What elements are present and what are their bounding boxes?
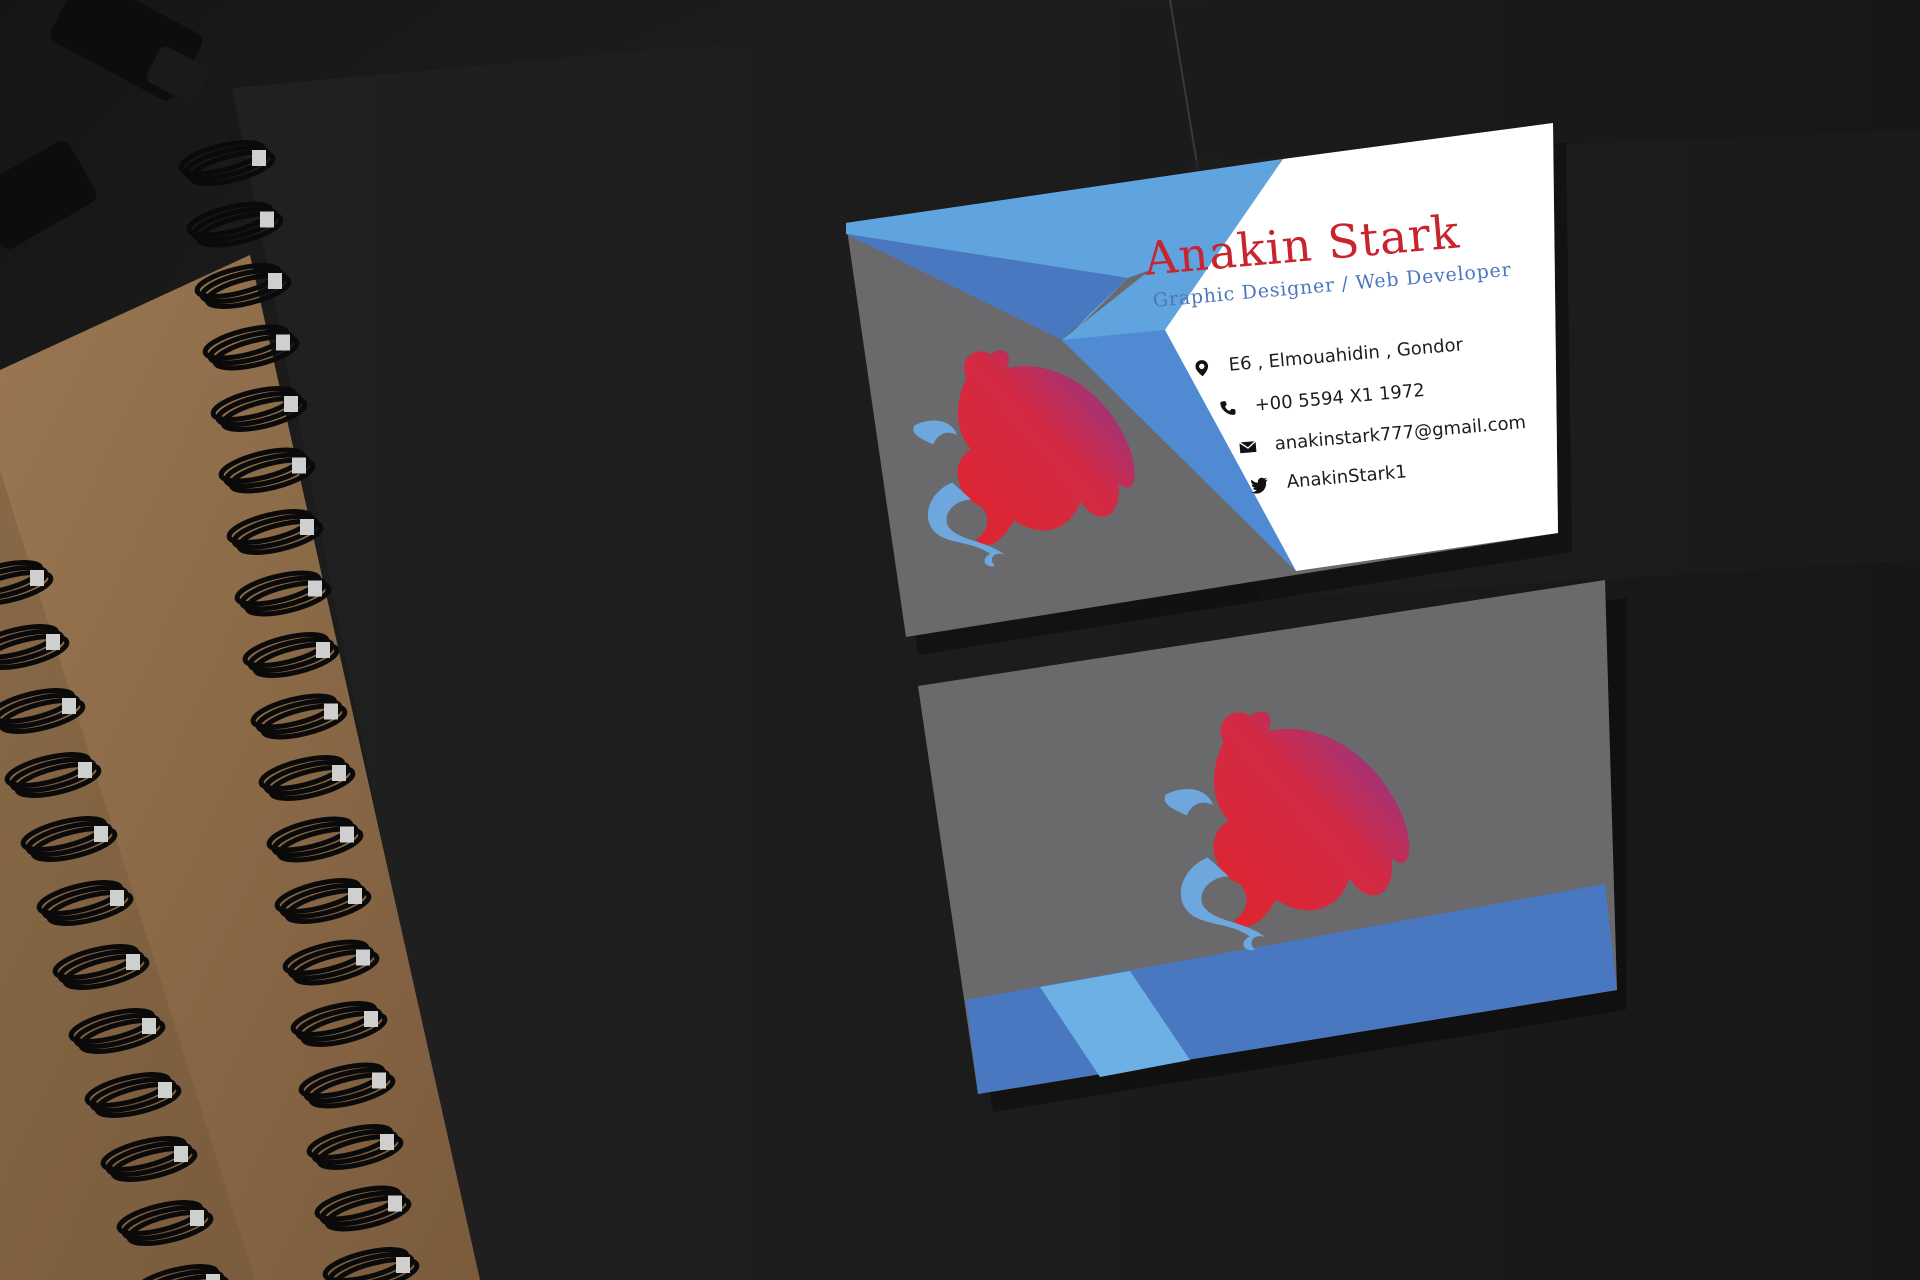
spiral-hole (292, 457, 306, 474)
spiral-hole (332, 765, 346, 781)
spiral-hole (158, 1082, 172, 1098)
spiral-hole (276, 334, 290, 351)
spiral-hole (78, 762, 92, 778)
spiral-hole (396, 1257, 410, 1273)
spiral-hole (94, 826, 108, 842)
envelope-icon (1238, 440, 1257, 453)
spiral-hole (30, 570, 44, 586)
spiral-hole (260, 211, 274, 228)
spiral-hole (348, 888, 362, 904)
binder-clip-top (50, 0, 209, 103)
spiral-hole (364, 1011, 378, 1027)
background-objects (0, 0, 1920, 1280)
spiral-hole (356, 949, 370, 966)
binder-clip-left (0, 140, 97, 250)
spiral-hole (46, 634, 60, 650)
phone-icon (1220, 400, 1236, 415)
spiral-hole (142, 1018, 156, 1034)
spiral-hole (372, 1072, 386, 1089)
spiral-hole (388, 1195, 402, 1212)
spiral-hole (268, 273, 282, 289)
twitter-bird-icon (1251, 476, 1268, 494)
spiral-hole (316, 642, 330, 658)
spiral-hole (340, 826, 354, 843)
spiral-hole (252, 150, 266, 166)
mockup-scene: Anakin Stark Graphic Designer / Web Deve… (0, 0, 1920, 1280)
spiral-hole (324, 703, 338, 720)
spiral-hole (308, 580, 322, 597)
spiral-hole (190, 1210, 204, 1226)
spiral-hole (110, 890, 124, 906)
spiral-hole (174, 1146, 188, 1162)
location-pin-icon (1195, 359, 1209, 376)
spiral-hole (126, 954, 140, 970)
spiral-hole (284, 396, 298, 412)
spiral-hole (380, 1134, 394, 1150)
spiral-hole (206, 1274, 220, 1280)
spiral-hole (300, 519, 314, 535)
spiral-hole (62, 698, 76, 714)
